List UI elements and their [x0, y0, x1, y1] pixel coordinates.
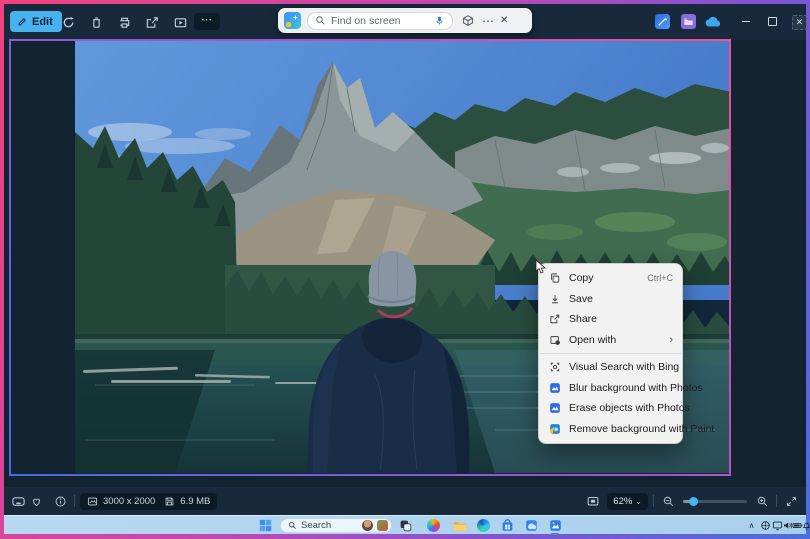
menu-item-save[interactable]: Save: [539, 289, 682, 310]
copilot-icon[interactable]: [426, 518, 441, 533]
search-daily-image: [377, 520, 388, 531]
photos-app-icon: [548, 381, 561, 394]
screen: Edit ⋯ Find on screen ⋯ ✕ ✕ Copy Ctrl+C …: [0, 0, 810, 539]
dimensions-icon: [87, 496, 98, 507]
info-icon[interactable]: [51, 492, 69, 510]
photo-canvas: Copy Ctrl+C Save Share Open with › Visua…: [4, 39, 806, 487]
edge-icon[interactable]: [476, 518, 491, 533]
onedrive-icon[interactable]: [704, 13, 722, 31]
find-on-screen-bar: Find on screen ⋯ ✕: [278, 8, 532, 33]
search-highlight-avatar: [362, 520, 373, 531]
click-to-do-icon: [284, 12, 301, 29]
slideshow-icon[interactable]: [170, 12, 190, 32]
photos-app-icon[interactable]: [548, 518, 563, 533]
zoom-slider-thumb[interactable]: [689, 496, 698, 506]
edit-button-label: Edit: [32, 15, 53, 28]
statusbar: 3000 x 2000 6.9 MB 62% ⌄: [4, 487, 806, 515]
close-button[interactable]: ✕: [792, 15, 807, 30]
file-explorer-icon[interactable]: [452, 518, 467, 533]
task-view-icon[interactable]: [398, 518, 413, 533]
divider: [776, 495, 777, 507]
edit-button[interactable]: Edit: [10, 11, 62, 32]
zoom-level: 62%: [613, 495, 633, 507]
context-menu: Copy Ctrl+C Save Share Open with › Visua…: [538, 263, 714, 444]
file-size: 6.9 MB: [180, 495, 211, 507]
menu-item-share[interactable]: Share: [539, 309, 682, 330]
fit-to-window-icon[interactable]: [584, 492, 602, 510]
taskbar: Search ∧: [4, 515, 810, 535]
menu-item-copy[interactable]: Copy Ctrl+C: [539, 268, 682, 289]
open-with-icon: [548, 333, 561, 346]
menu-item-blur-background[interactable]: Blur background with Photos: [539, 378, 703, 399]
save-icon: [548, 292, 561, 305]
share-icon[interactable]: [142, 12, 162, 32]
search-icon: [315, 15, 326, 26]
divider: [74, 495, 75, 507]
fullscreen-icon[interactable]: [782, 492, 800, 510]
shortcut-label: Ctrl+C: [647, 273, 673, 284]
menu-item-visual-search[interactable]: Visual Search with Bing: [539, 357, 682, 378]
maximize-button[interactable]: [766, 15, 779, 28]
more-options-button[interactable]: ⋯: [194, 13, 220, 30]
file-size-icon: [164, 496, 175, 507]
outlook-icon[interactable]: [524, 518, 539, 533]
titlebar: Edit ⋯ Find on screen ⋯ ✕ ✕: [4, 4, 807, 40]
visual-search-icon: [548, 361, 561, 374]
zoom-slider[interactable]: [683, 496, 747, 506]
zoom-in-icon[interactable]: [753, 492, 771, 510]
mouse-cursor: [535, 259, 547, 274]
filmstrip-toggle-icon[interactable]: [9, 492, 27, 510]
find-on-screen-input[interactable]: Find on screen: [307, 11, 453, 30]
bell-icon[interactable]: [799, 518, 810, 533]
menu-separator: [540, 353, 681, 354]
submenu-arrow-icon: ›: [669, 333, 673, 346]
minimize-button[interactable]: [739, 15, 752, 28]
zoom-level-dropdown[interactable]: 62% ⌄: [607, 492, 648, 510]
gallery-icon[interactable]: [681, 14, 696, 29]
print-icon[interactable]: [114, 12, 134, 32]
favorite-heart-icon[interactable]: [27, 492, 45, 510]
divider: [653, 495, 654, 507]
rotate-icon[interactable]: [58, 12, 78, 32]
share-menu-icon: [548, 313, 561, 326]
chevron-down-icon: ⌄: [635, 496, 642, 506]
menu-item-open-with[interactable]: Open with ›: [539, 330, 682, 351]
image-dimensions: 3000 x 2000: [103, 495, 156, 507]
box-3d-icon[interactable]: [459, 12, 476, 29]
designer-icon[interactable]: [655, 14, 670, 29]
chevron-up-icon[interactable]: ∧: [744, 518, 759, 533]
delete-icon[interactable]: [86, 12, 106, 32]
find-placeholder: Find on screen: [331, 14, 401, 27]
zoom-out-icon[interactable]: [659, 492, 677, 510]
microsoft-store-icon[interactable]: [500, 518, 515, 533]
search-icon: [288, 521, 297, 530]
photos-app-icon: [548, 402, 561, 415]
photos-app-window: Edit ⋯ Find on screen ⋯ ✕ ✕ Copy Ctrl+C …: [4, 4, 810, 535]
microphone-icon[interactable]: [434, 15, 445, 26]
paint-app-icon: [548, 422, 561, 435]
menu-item-erase-objects[interactable]: Erase objects with Photos: [539, 398, 690, 419]
start-button[interactable]: [258, 518, 273, 533]
taskbar-search-label: Search: [301, 520, 332, 531]
image-metadata: 3000 x 2000 6.9 MB: [80, 492, 218, 510]
taskbar-search[interactable]: Search: [280, 518, 392, 533]
active-app-indicator: [551, 533, 559, 535]
findbar-more-icon[interactable]: ⋯: [482, 14, 494, 28]
findbar-close-icon[interactable]: ✕: [500, 15, 508, 26]
menu-item-remove-background[interactable]: Remove background with Paint: [539, 419, 714, 440]
pen-icon: [17, 16, 28, 27]
copy-icon: [548, 272, 561, 285]
